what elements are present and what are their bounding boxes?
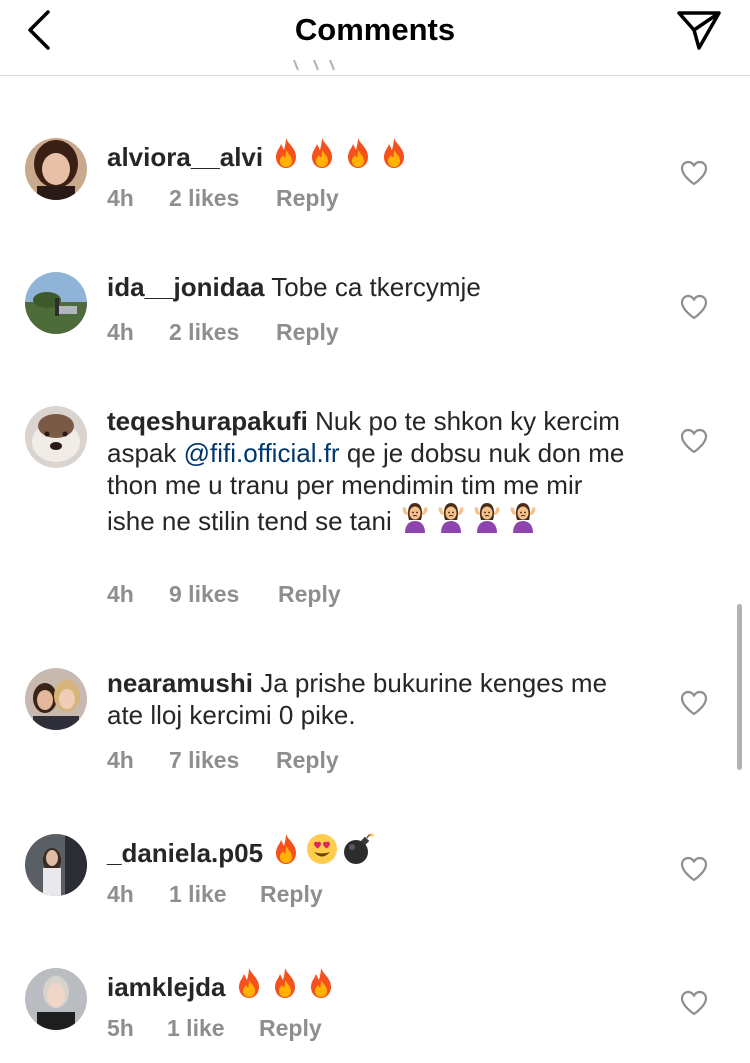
- comment-emojis: [399, 506, 543, 536]
- comment-likes[interactable]: 9 likes: [169, 581, 239, 608]
- comment-mention-link[interactable]: @fifi.official.fr: [184, 438, 340, 468]
- avatar[interactable]: [25, 272, 87, 334]
- comment-time: 4h: [107, 747, 134, 773]
- comment-likes[interactable]: 7 likes: [169, 747, 239, 774]
- comment-likes[interactable]: 1 like: [169, 881, 227, 908]
- top-bar: Comments: [0, 0, 750, 76]
- comment-emojis: [233, 972, 341, 1002]
- share-button[interactable]: [674, 8, 724, 52]
- comment-username[interactable]: teqeshurapakufi: [107, 406, 308, 436]
- comment-likes[interactable]: 2 likes: [169, 319, 239, 346]
- fire-emoji-icon: [269, 967, 301, 999]
- comment-text: Tobe ca tkercymje: [271, 272, 481, 302]
- cut-off-text: [290, 60, 350, 76]
- comments-list: alviora__alvi 4h 2 likes Reply ida__joni…: [0, 77, 750, 1063]
- comment-emojis: [270, 142, 414, 172]
- comment-emojis: [270, 838, 378, 868]
- like-heart-icon[interactable]: [680, 690, 708, 716]
- avatar[interactable]: [25, 968, 87, 1030]
- reply-button[interactable]: Reply: [276, 185, 339, 212]
- comment-likes[interactable]: 1 like: [167, 1015, 225, 1042]
- comment-username[interactable]: _daniela.p05: [107, 838, 263, 868]
- paper-plane-icon[interactable]: [674, 8, 724, 52]
- comment-time: 5h: [107, 1015, 134, 1041]
- fire-emoji-icon: [342, 137, 374, 169]
- woman-shrugging-emoji-icon: [399, 501, 431, 533]
- woman-shrugging-emoji-icon: [507, 501, 539, 533]
- fire-emoji-icon: [270, 137, 302, 169]
- comment-username[interactable]: alviora__alvi: [107, 142, 263, 172]
- woman-shrugging-emoji-icon: [435, 501, 467, 533]
- reply-button[interactable]: Reply: [276, 319, 339, 346]
- like-heart-icon[interactable]: [680, 160, 708, 186]
- fire-emoji-icon: [306, 137, 338, 169]
- fire-emoji-icon: [305, 967, 337, 999]
- comment-username[interactable]: nearamushi: [107, 668, 253, 698]
- scrollbar[interactable]: [737, 604, 742, 770]
- avatar[interactable]: [25, 138, 87, 200]
- avatar[interactable]: [25, 406, 87, 468]
- woman-shrugging-emoji-icon: [471, 501, 503, 533]
- fire-emoji-icon: [270, 833, 302, 865]
- comment-username[interactable]: ida__jonidaa: [107, 272, 265, 302]
- reply-button[interactable]: Reply: [260, 881, 323, 908]
- heart-eyes-emoji-icon: [306, 833, 338, 865]
- avatar[interactable]: [25, 668, 87, 730]
- comment-likes[interactable]: 2 likes: [169, 185, 239, 212]
- comment-time: 4h: [107, 881, 134, 907]
- comment-time: 4h: [107, 319, 134, 345]
- comment-username[interactable]: iamklejda: [107, 972, 226, 1002]
- fire-emoji-icon: [233, 967, 265, 999]
- bomb-emoji-icon: [342, 833, 374, 865]
- page-title: Comments: [294, 12, 456, 47]
- reply-button[interactable]: Reply: [276, 747, 339, 774]
- comment-time: 4h: [107, 185, 134, 211]
- like-heart-icon[interactable]: [680, 856, 708, 882]
- like-heart-icon[interactable]: [680, 428, 708, 454]
- reply-button[interactable]: Reply: [278, 581, 341, 608]
- like-heart-icon[interactable]: [680, 294, 708, 320]
- reply-button[interactable]: Reply: [259, 1015, 322, 1042]
- fire-emoji-icon: [378, 137, 410, 169]
- like-heart-icon[interactable]: [680, 990, 708, 1016]
- comment-time: 4h: [107, 581, 134, 607]
- avatar[interactable]: [25, 834, 87, 896]
